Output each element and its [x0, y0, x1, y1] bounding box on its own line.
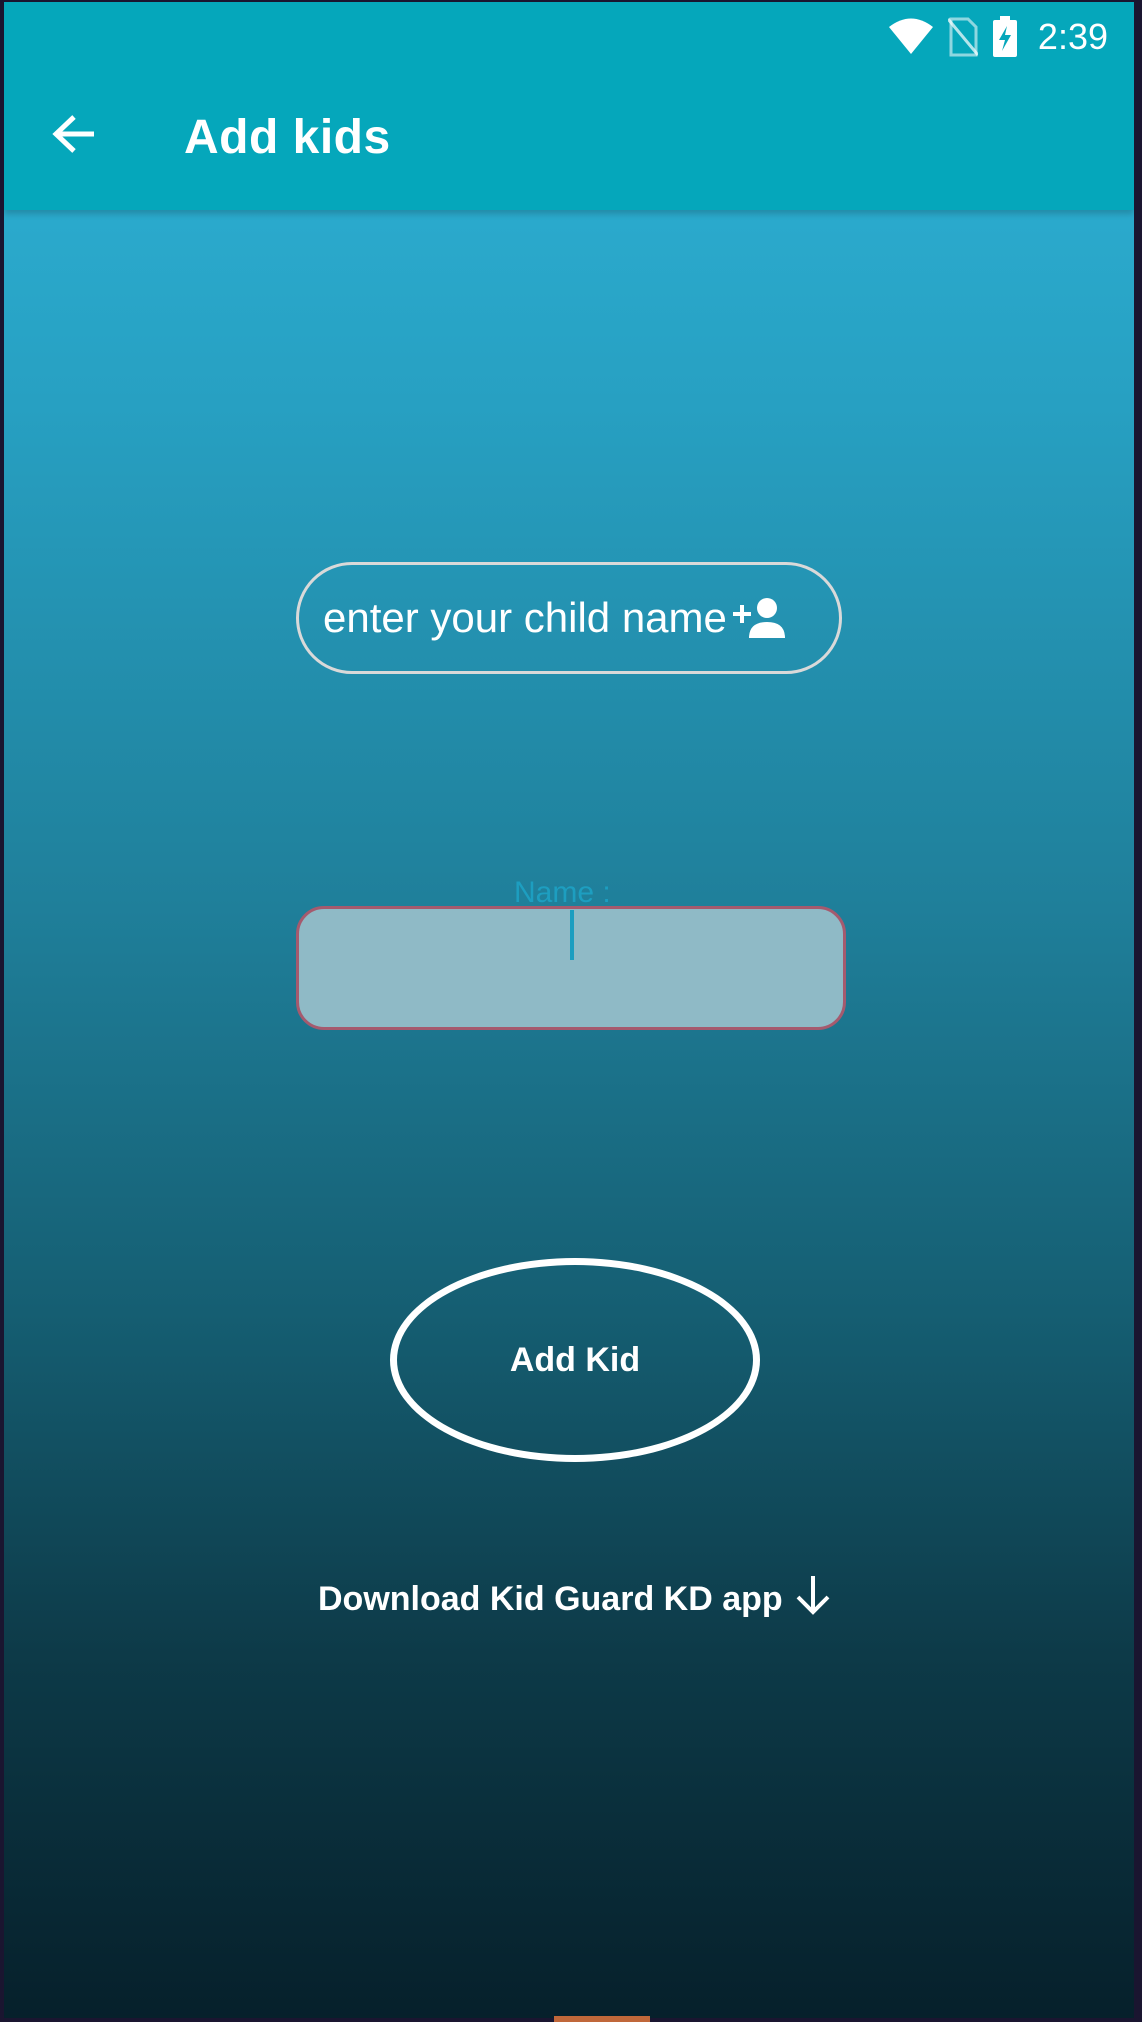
- arrow-down-icon: [793, 1574, 833, 1625]
- download-link-text: Download Kid Guard KD app: [318, 1580, 783, 1618]
- text-caret: [570, 910, 574, 960]
- add-kid-label: Add Kid: [509, 1340, 641, 1379]
- nav-indicator: [554, 2016, 650, 2022]
- app-bar: 2:39 Add kids: [4, 2, 1134, 210]
- name-label: Name :: [514, 876, 611, 909]
- arrow-left-icon: [52, 114, 96, 159]
- add-kid-button[interactable]: Add Kid: [390, 1258, 760, 1462]
- page-title: Add kids: [184, 111, 391, 164]
- download-app-link[interactable]: Download Kid Guard KD app: [318, 1574, 833, 1625]
- child-name-prompt: enter your child name: [323, 594, 727, 641]
- battery-charging-icon: [992, 16, 1018, 58]
- child-name-pill[interactable]: enter your child name: [296, 562, 842, 674]
- app-screen: 2:39 Add kids enter your child name Name…: [4, 2, 1134, 2018]
- add-person-icon: [731, 596, 787, 640]
- back-button[interactable]: [44, 106, 104, 166]
- no-sim-icon: [947, 17, 978, 57]
- wifi-icon: [888, 18, 934, 56]
- status-bar: 2:39: [888, 12, 1108, 62]
- status-time: 2:39: [1037, 16, 1108, 57]
